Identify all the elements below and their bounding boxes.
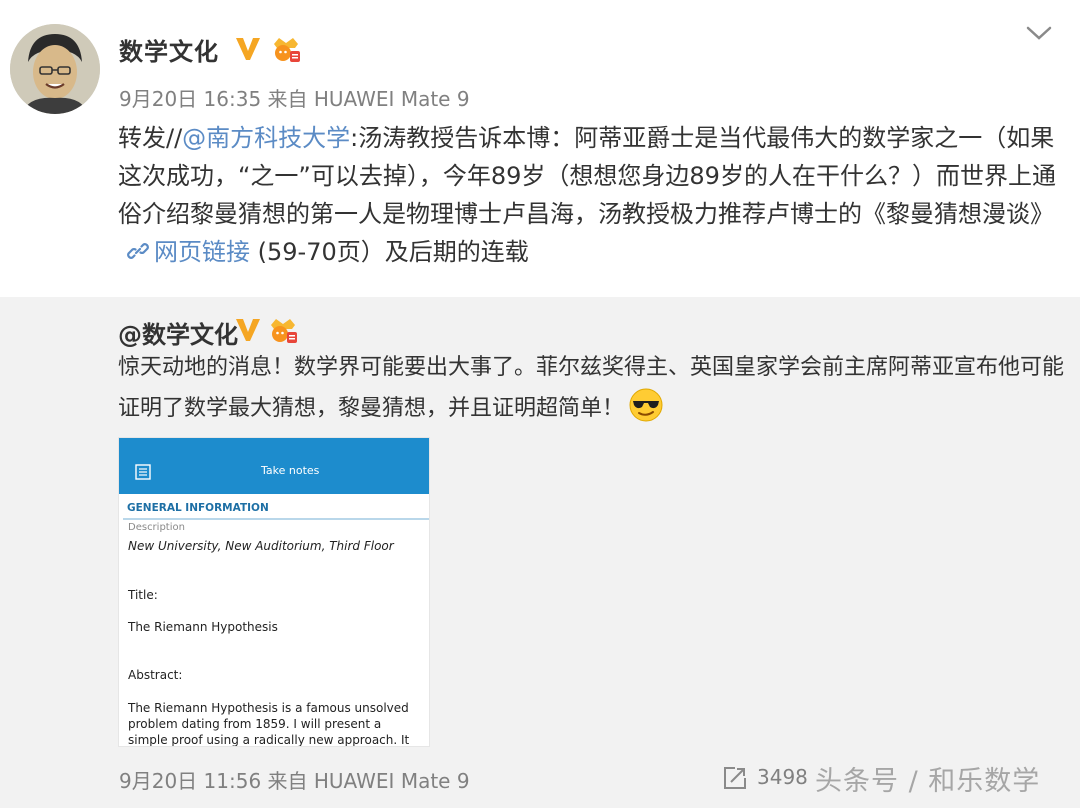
description-label: Description <box>128 522 185 533</box>
v-verified-icon <box>236 38 260 60</box>
description-value: New University, New Auditorium, Third Fl… <box>128 539 394 553</box>
sunglasses-emoji-icon <box>629 388 663 422</box>
link-icon <box>127 243 149 259</box>
author-name[interactable]: 数学文化 <box>119 32 219 67</box>
attached-image[interactable]: Take notes GENERAL INFORMATION Descripti… <box>118 437 430 747</box>
web-link[interactable]: 网页链接 <box>154 238 250 266</box>
retweet-meta: 9月20日 11:56 来自 HUAWEI Mate 9 <box>119 769 470 793</box>
title-label: Title: <box>128 588 158 602</box>
crown-badge-icon <box>271 319 297 343</box>
post-header: 数学文化 9月20日 16:35 来自 HUAWEI Mate 9 <box>0 0 1080 118</box>
menu-icon <box>135 464 151 480</box>
title-value: The Riemann Hypothesis <box>128 620 278 634</box>
post-text-prefix: 转发// <box>118 124 183 152</box>
abstract-label: Abstract: <box>128 668 183 682</box>
crown-badge-icon <box>274 38 300 62</box>
post-meta: 9月20日 16:35 来自 HUAWEI Mate 9 <box>119 87 470 111</box>
app-title: Take notes <box>261 464 320 477</box>
avatar[interactable] <box>10 24 100 114</box>
post-text-suffix: (59-70页）及后期的连载 <box>257 238 529 266</box>
section-divider <box>123 518 429 520</box>
share-icon[interactable] <box>722 765 748 791</box>
watermark: 头条号 / 和乐数学 <box>815 766 1041 797</box>
abstract-value: The Riemann Hypothesis is a famous unsol… <box>128 701 410 747</box>
retweet-text-body: 惊天动地的消息！数学界可能要出大事了。菲尔兹奖得主、英国皇家学会前主席阿蒂亚宣布… <box>118 355 1065 421</box>
retweet-text: 惊天动地的消息！数学界可能要出大事了。菲尔兹奖得主、英国皇家学会前主席阿蒂亚宣布… <box>118 349 1068 428</box>
share-count[interactable]: 3498 <box>757 765 808 789</box>
retweet-author[interactable]: @数学文化 <box>118 315 238 350</box>
v-verified-icon <box>236 319 260 341</box>
app-bar: Take notes <box>119 438 429 494</box>
post-text: 转发//@南方科技大学:汤涛教授告诉本博：阿蒂亚爵士是当代最伟大的数学家之一（如… <box>118 119 1058 271</box>
retweet-box: @数学文化 惊天动地的消息！数学界可能要出大事了。菲尔兹奖得主、英国皇家学会前主… <box>0 297 1080 808</box>
section-heading: GENERAL INFORMATION <box>127 502 269 514</box>
mention-link[interactable]: @南方科技大学 <box>182 124 350 152</box>
chevron-down-icon[interactable] <box>1024 22 1054 44</box>
